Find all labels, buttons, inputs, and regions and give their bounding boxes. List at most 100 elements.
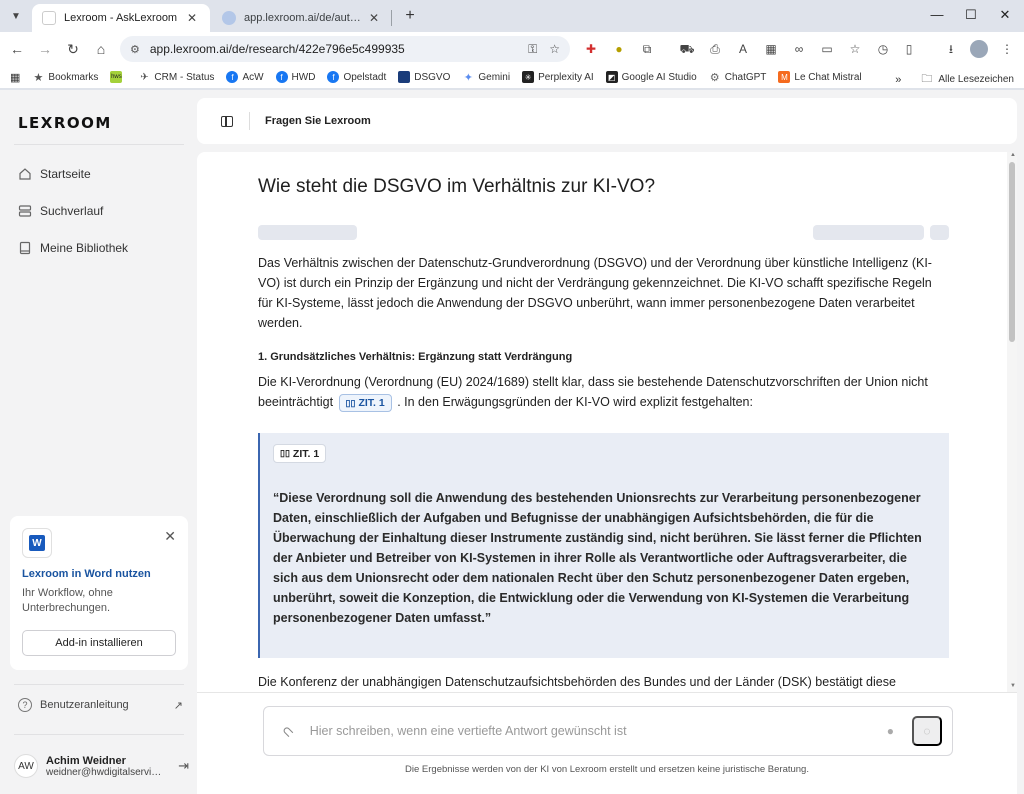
- bookmark-label: Opelstadt: [343, 71, 387, 83]
- key-icon[interactable]: ⚿: [528, 42, 537, 57]
- bookmark-star-icon[interactable]: ☆: [549, 42, 560, 56]
- citation-tag[interactable]: ▯▯ ZIT. 1: [273, 444, 327, 463]
- page-title: Fragen Sie Lexroom: [265, 115, 371, 127]
- scroll-down-icon[interactable]: ▼: [1010, 683, 1016, 689]
- dsgvo-icon: [398, 71, 411, 83]
- reading-list-icon[interactable]: ▯: [900, 40, 918, 58]
- qr-code-icon[interactable]: ▦: [762, 40, 780, 58]
- tab-strip: ▼ Lexroom - AskLexroom ✕ app.lexroom.ai/…: [0, 0, 1024, 32]
- lexroom-favicon-icon: [42, 11, 56, 25]
- reload-icon[interactable]: ↻: [62, 38, 84, 60]
- profile-avatar-icon[interactable]: [970, 40, 988, 58]
- scrollbar-thumb[interactable]: [1009, 162, 1015, 342]
- bookmark-item[interactable]: M Le Chat Mistral: [778, 71, 862, 83]
- intro-paragraph: Das Verhältnis zwischen der Datenschutz-…: [258, 256, 932, 330]
- close-icon[interactable]: ✕: [164, 528, 176, 545]
- extension-icon[interactable]: ●: [610, 40, 628, 58]
- menu-kebab-icon[interactable]: ⋮: [998, 40, 1016, 58]
- bookmark-item[interactable]: ✈ CRM - Status: [138, 71, 214, 83]
- all-bookmarks-link[interactable]: Alle Lesezeichen: [938, 74, 1014, 85]
- send-button[interactable]: ◌: [912, 716, 942, 746]
- print-icon[interactable]: ⎙: [706, 40, 724, 58]
- page-header: Fragen Sie Lexroom: [197, 98, 1017, 144]
- cast-icon[interactable]: ▭: [818, 40, 836, 58]
- microphone-icon[interactable]: ●: [887, 724, 894, 738]
- link-icon[interactable]: ∞: [790, 40, 808, 58]
- star-list-icon[interactable]: ☆: [846, 40, 864, 58]
- bookmark-item[interactable]: ★ Bookmarks: [32, 71, 99, 84]
- followup-input[interactable]: [309, 724, 887, 738]
- next-paragraph: Die Konferenz der unabhängigen Datenschu…: [258, 675, 896, 689]
- translate-icon[interactable]: A: [734, 40, 752, 58]
- sidebar-item-suchverlauf[interactable]: Suchverlauf: [18, 200, 188, 222]
- loading-placeholder: [930, 225, 949, 240]
- hws-icon: hws: [110, 71, 123, 83]
- user-guide-link[interactable]: ? Benutzeranleitung ↗: [18, 696, 183, 714]
- question-title: Wie steht die DSGVO im Verhältnis zur KI…: [258, 176, 656, 197]
- minimize-icon[interactable]: —: [922, 4, 952, 26]
- site-info-icon[interactable]: ⚙: [130, 43, 140, 56]
- avatar[interactable]: AW: [14, 754, 38, 778]
- new-tab-icon[interactable]: +: [400, 6, 420, 26]
- tab-search-button[interactable]: ▼: [6, 6, 26, 26]
- mistral-icon: M: [778, 71, 791, 83]
- attachment-clip-icon[interactable]: ⊂: [278, 721, 298, 741]
- sidebar-item-startseite[interactable]: Startseite: [18, 163, 188, 185]
- bookmark-item[interactable]: f AcW: [226, 71, 264, 83]
- bookmark-item[interactable]: ✦ Gemini: [462, 71, 510, 84]
- home-button-icon[interactable]: ⌂: [90, 38, 112, 60]
- header-divider: [249, 112, 250, 130]
- more-bookmarks-chevron-icon[interactable]: »: [895, 74, 901, 86]
- logout-icon[interactable]: ⇥: [178, 758, 189, 774]
- browser-toolbar: ← → ↻ ⌂ ⚙ app.lexroom.ai/de/research/422…: [0, 32, 1024, 66]
- car-icon[interactable]: ⛟: [678, 40, 696, 58]
- section-heading: 1. Grundsätzliches Verhältnis: Ergänzung…: [258, 351, 573, 363]
- bookmark-label: Google AI Studio: [621, 71, 697, 83]
- sidebar-item-bibliothek[interactable]: Meine Bibliothek: [18, 237, 188, 259]
- facebook-icon: f: [226, 71, 239, 83]
- bookmark-item[interactable]: hws: [110, 71, 126, 83]
- extensions-puzzle-icon[interactable]: ⧉: [638, 40, 656, 58]
- tab-close-icon[interactable]: ✕: [184, 11, 200, 25]
- answer-panel: Wie steht die DSGVO im Verhältnis zur KI…: [197, 152, 1017, 794]
- url-text[interactable]: app.lexroom.ai/de/research/422e796e5c499…: [150, 42, 516, 56]
- promo-title: Lexroom in Word nutzen: [22, 568, 151, 580]
- bookmark-label: Bookmarks: [48, 71, 99, 83]
- bookmark-label: ChatGPT: [724, 71, 767, 83]
- address-bar[interactable]: ⚙ app.lexroom.ai/de/research/422e796e5c4…: [120, 36, 570, 62]
- extension-icon[interactable]: ✚: [582, 40, 600, 58]
- tab-divider: [391, 10, 392, 26]
- tab-lexroom[interactable]: Lexroom - AskLexroom ✕: [32, 4, 210, 32]
- bookmark-item[interactable]: ✳ Perplexity AI: [522, 71, 594, 83]
- tab-title: Lexroom - AskLexroom: [64, 12, 178, 24]
- bookmark-item[interactable]: ◩ Google AI Studio: [605, 71, 697, 83]
- gemini-icon: ✦: [463, 71, 473, 84]
- citation-link[interactable]: ▯▯ ZIT. 1: [338, 393, 392, 412]
- composer-divider: [197, 692, 1017, 693]
- perplexity-icon: ✳: [522, 71, 535, 83]
- loading-placeholder: [813, 225, 924, 240]
- sidebar-toggle-icon[interactable]: [221, 115, 233, 127]
- history-clock-icon[interactable]: ◷: [874, 40, 892, 58]
- bookmark-item[interactable]: ⚙ ChatGPT: [709, 71, 767, 84]
- forward-arrow-icon[interactable]: →: [34, 38, 56, 60]
- back-arrow-icon[interactable]: ←: [6, 38, 28, 60]
- user-name: Achim Weidner: [46, 754, 126, 767]
- window-close-icon[interactable]: ✕: [990, 4, 1020, 26]
- bookmark-item[interactable]: f Opelstadt: [327, 71, 386, 83]
- download-icon[interactable]: ⭳: [942, 40, 960, 58]
- promo-text: Ihr Workflow, ohne Unterbrechungen.: [22, 587, 113, 614]
- lexroom-logo[interactable]: LEXROOM: [18, 114, 112, 132]
- tab-close-icon[interactable]: ✕: [366, 11, 382, 25]
- loading-spinner-icon: ◌: [923, 724, 931, 738]
- tab-signup[interactable]: app.lexroom.ai/de/auth/sign-up ✕: [212, 4, 392, 32]
- bookmark-item[interactable]: f HWD: [275, 71, 315, 83]
- apps-grid-icon[interactable]: ▦: [10, 71, 20, 84]
- maximize-icon[interactable]: ☐: [956, 4, 986, 26]
- facebook-icon: f: [327, 71, 340, 83]
- scrollbar[interactable]: ▲ ▼: [1007, 152, 1017, 692]
- user-profile: AW Achim Weidner weidner@hwdigitalservic…: [14, 748, 189, 784]
- install-addin-button[interactable]: Add-in installieren: [22, 630, 176, 656]
- bookmark-item[interactable]: DSGVO: [398, 71, 450, 83]
- scroll-up-icon[interactable]: ▲: [1010, 152, 1016, 158]
